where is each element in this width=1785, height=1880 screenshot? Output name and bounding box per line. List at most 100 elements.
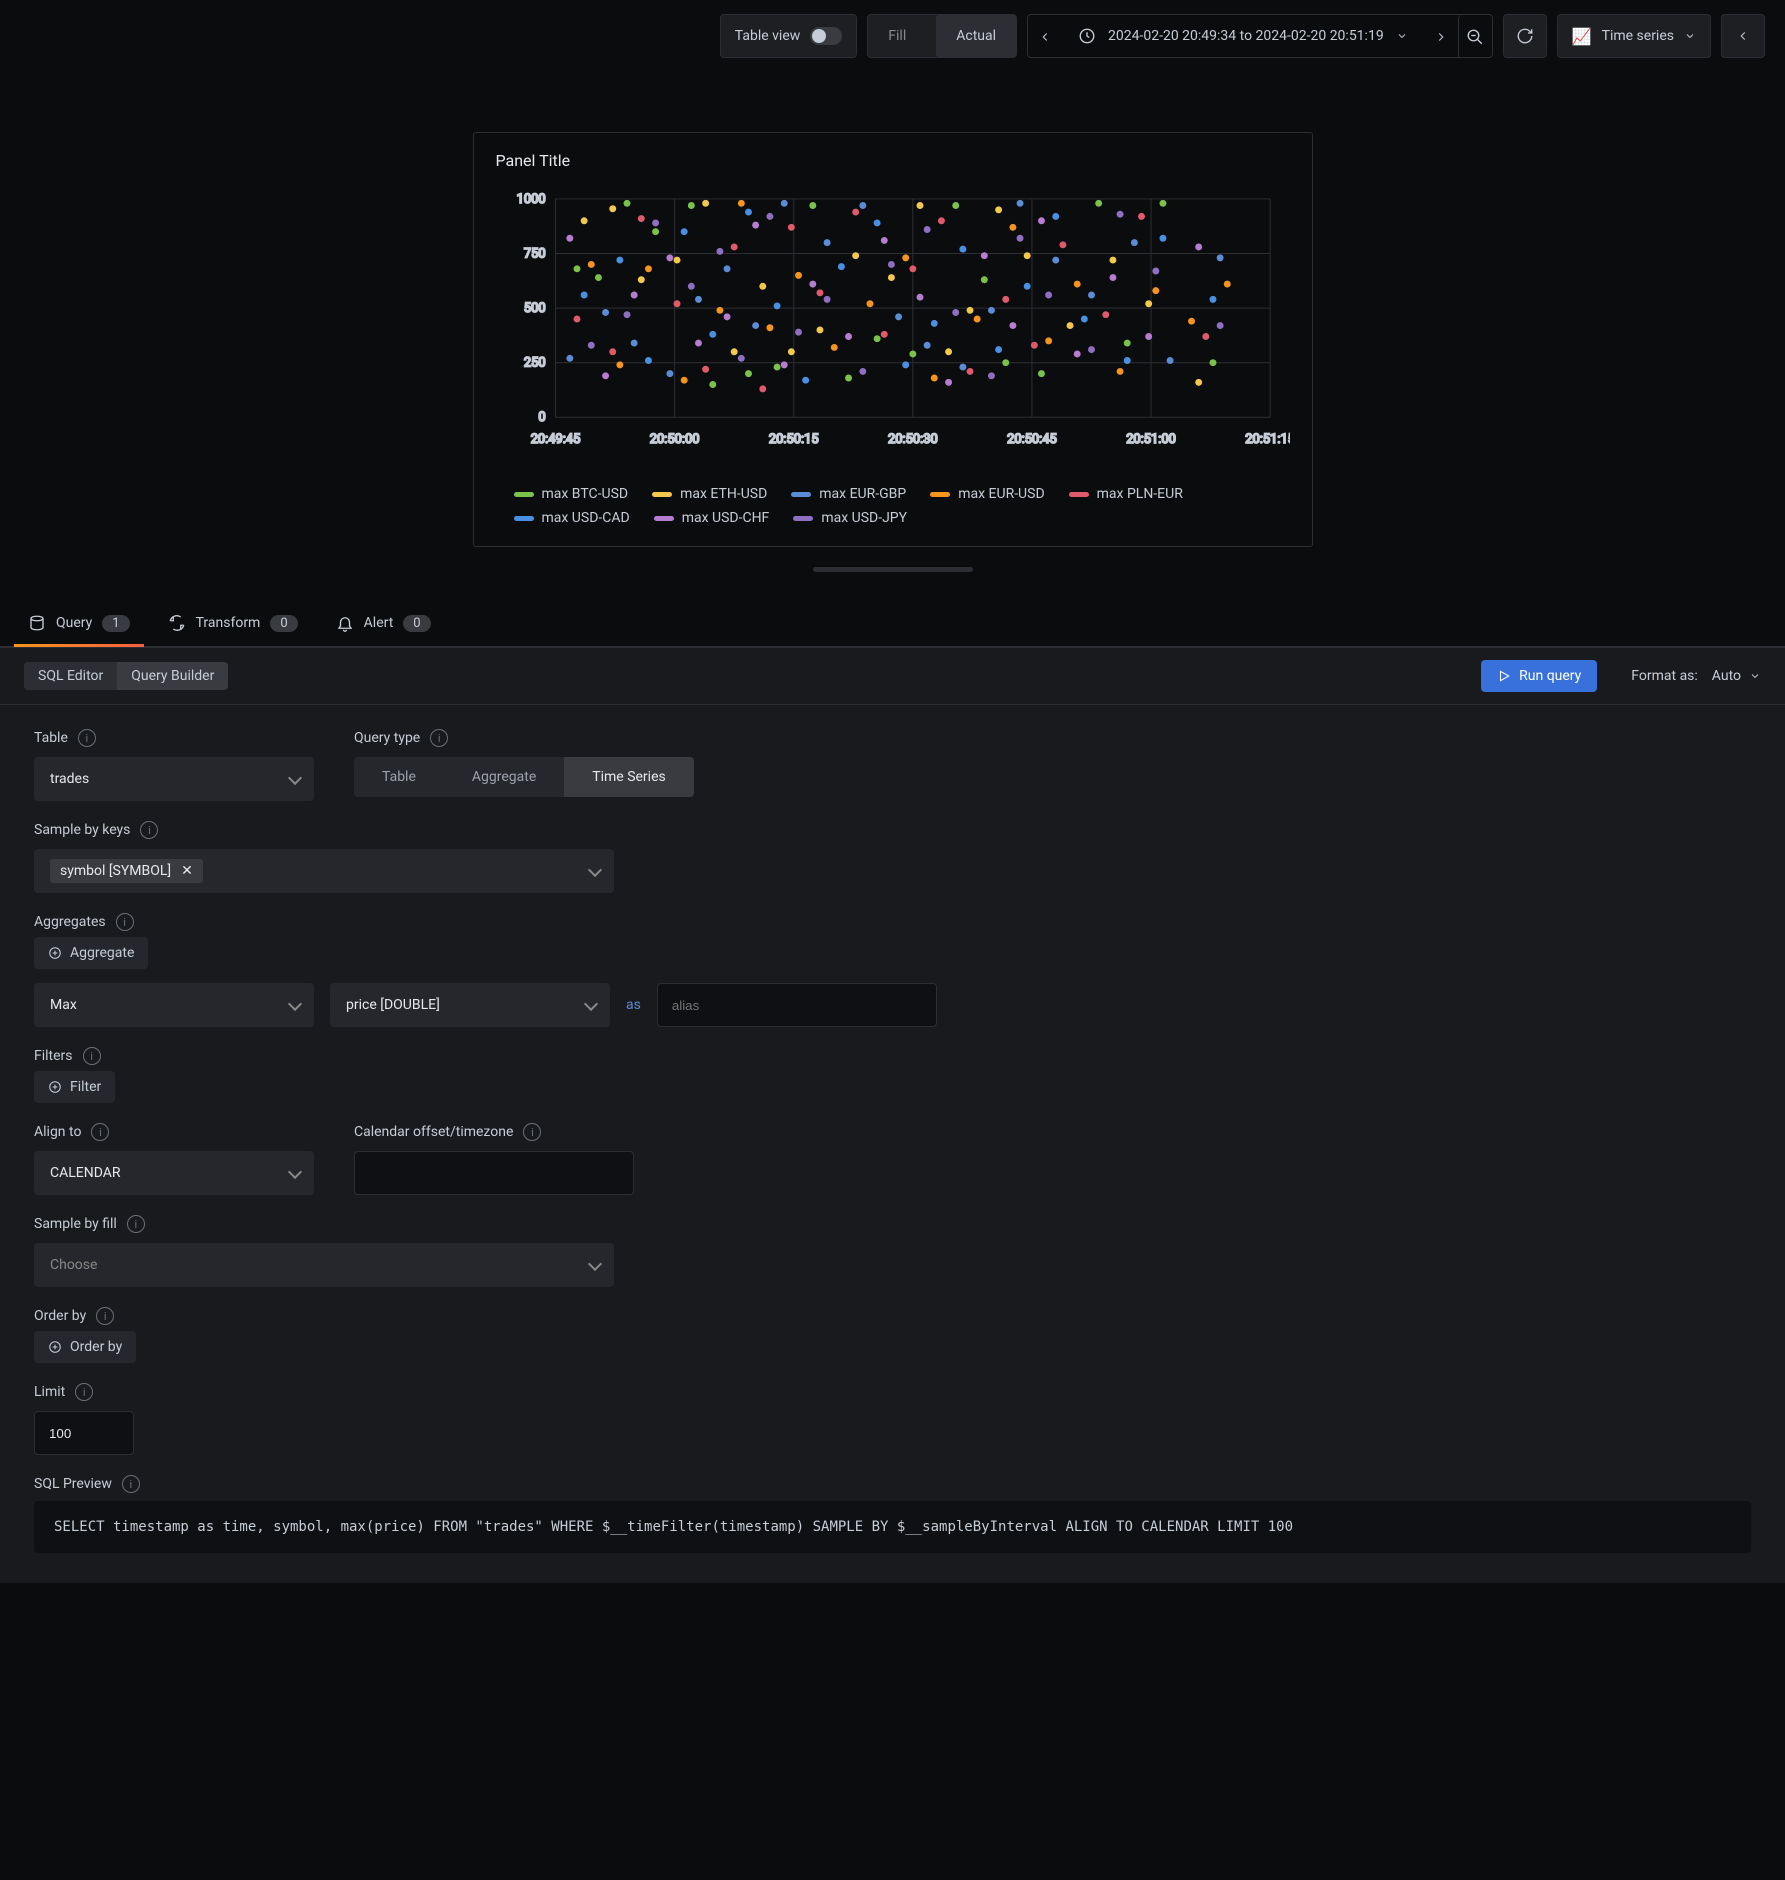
svg-text:20:49:45: 20:49:45 [530,432,580,447]
plus-circle-icon [48,1080,62,1094]
info-icon[interactable]: i [83,1047,101,1065]
info-icon[interactable]: i [91,1123,109,1141]
tab-alert-badge: 0 [403,615,430,632]
refresh-button[interactable] [1503,14,1547,58]
query-type-segment: Table Aggregate Time Series [354,757,694,797]
add-filter-button[interactable]: Filter [34,1071,115,1103]
collapse-sidebar-button[interactable] [1721,14,1765,58]
legend-item[interactable]: max USD-CAD [514,510,630,526]
info-icon[interactable]: i [140,821,158,839]
svg-text:1000: 1000 [516,192,545,207]
tab-query-label: Query [56,615,92,631]
query-builder-mode[interactable]: Query Builder [117,662,228,690]
bell-icon [336,614,354,632]
svg-text:20:51:00: 20:51:00 [1126,432,1176,447]
legend-swatch [930,492,950,497]
svg-text:20:50:30: 20:50:30 [887,432,937,447]
toggle-switch[interactable] [810,27,842,45]
timerange-text: 2024-02-20 20:49:34 to 2024-02-20 20:51:… [1108,28,1384,44]
chip-remove-icon[interactable]: ✕ [181,863,193,879]
sql-preview-label: SQL Preview [34,1476,112,1492]
panel-title: Panel Title [474,133,1312,178]
svg-text:20:50:00: 20:50:00 [649,432,699,447]
format-as-select[interactable]: Auto [1712,668,1761,684]
svg-text:20:50:45: 20:50:45 [1007,432,1057,447]
info-icon[interactable]: i [127,1215,145,1233]
fill-actual-segment: Fill Actual [867,14,1017,58]
tab-transform[interactable]: Transform 0 [154,606,312,646]
sample-keys-select[interactable]: symbol [SYMBOL] ✕ [34,849,614,893]
visualization-label: Time series [1602,28,1674,44]
svg-text:20:50:15: 20:50:15 [768,432,818,447]
query-type-table[interactable]: Table [354,757,444,797]
timerange-next-button[interactable] [1424,15,1458,59]
legend-item[interactable]: max BTC-USD [514,486,629,502]
info-icon[interactable]: i [430,729,448,747]
legend-item[interactable]: max PLN-EUR [1069,486,1183,502]
sql-editor-mode[interactable]: SQL Editor [24,662,117,690]
sample-keys-label: Sample by keys [34,822,130,838]
info-icon[interactable]: i [75,1383,93,1401]
tab-alert-label: Alert [364,615,394,631]
tab-query[interactable]: Query 1 [14,606,144,646]
legend-item[interactable]: max ETH-USD [652,486,767,502]
add-filter-label: Filter [70,1079,101,1095]
tab-alert[interactable]: Alert 0 [322,606,445,646]
legend-swatch [654,516,674,521]
svg-text:500: 500 [523,301,545,316]
legend-item[interactable]: max USD-JPY [793,510,907,526]
table-select[interactable]: trades [34,757,314,801]
query-type-aggregate[interactable]: Aggregate [444,757,564,797]
timerange-prev-button[interactable] [1028,15,1062,59]
svg-text:250: 250 [523,356,545,371]
legend-swatch [652,492,672,497]
play-icon [1497,669,1511,683]
calendar-offset-input[interactable] [354,1151,634,1195]
svg-text:20:51:15: 20:51:15 [1245,432,1290,447]
legend-label: max USD-CHF [682,510,770,526]
legend-swatch [793,516,813,521]
timerange-picker[interactable]: 2024-02-20 20:49:34 to 2024-02-20 20:51:… [1062,15,1424,57]
visualization-picker[interactable]: 📈 Time series [1557,14,1711,58]
info-icon[interactable]: i [96,1307,114,1325]
aggregate-col-select[interactable]: price [DOUBLE] [330,983,610,1027]
sample-key-chip-label: symbol [SYMBOL] [60,863,171,879]
legend-label: max EUR-GBP [819,486,906,502]
add-orderby-button[interactable]: Order by [34,1331,136,1363]
as-keyword: as [626,997,641,1013]
chart-area: 0250500750100020:49:4520:50:0020:50:1520… [474,178,1312,482]
legend-item[interactable]: max EUR-USD [930,486,1044,502]
query-editor-header: SQL Editor Query Builder Run query Forma… [0,647,1785,705]
info-icon[interactable]: i [78,729,96,747]
fill-option[interactable]: Fill [868,15,926,57]
aggregate-func-select[interactable]: Max [34,983,314,1027]
query-type-timeseries[interactable]: Time Series [564,757,693,797]
legend-item[interactable]: max EUR-GBP [791,486,906,502]
align-to-select[interactable]: CALENDAR [34,1151,314,1195]
alias-input[interactable] [657,983,937,1027]
sample-fill-label: Sample by fill [34,1216,117,1232]
run-query-button[interactable]: Run query [1481,660,1597,692]
query-type-label: Query type [354,730,420,746]
tab-transform-label: Transform [196,615,261,631]
info-icon[interactable]: i [116,913,134,931]
transform-icon [168,614,186,632]
limit-input[interactable] [34,1411,134,1455]
add-orderby-label: Order by [70,1339,122,1355]
plus-circle-icon [48,946,62,960]
plus-circle-icon [48,1340,62,1354]
legend-label: max PLN-EUR [1097,486,1183,502]
sample-fill-select[interactable]: Choose [34,1243,614,1287]
table-view-toggle[interactable]: Table view [720,14,858,58]
add-aggregate-button[interactable]: Aggregate [34,937,148,969]
aggregate-func-value: Max [50,997,77,1013]
info-icon[interactable]: i [523,1123,541,1141]
run-query-label: Run query [1519,668,1581,684]
actual-option[interactable]: Actual [936,15,1016,57]
calendar-offset-label: Calendar offset/timezone [354,1124,513,1140]
legend-item[interactable]: max USD-CHF [654,510,770,526]
resize-handle[interactable] [813,567,973,572]
zoom-out-button[interactable] [1458,15,1492,59]
format-as-label: Format as: [1631,668,1698,684]
info-icon[interactable]: i [122,1475,140,1493]
